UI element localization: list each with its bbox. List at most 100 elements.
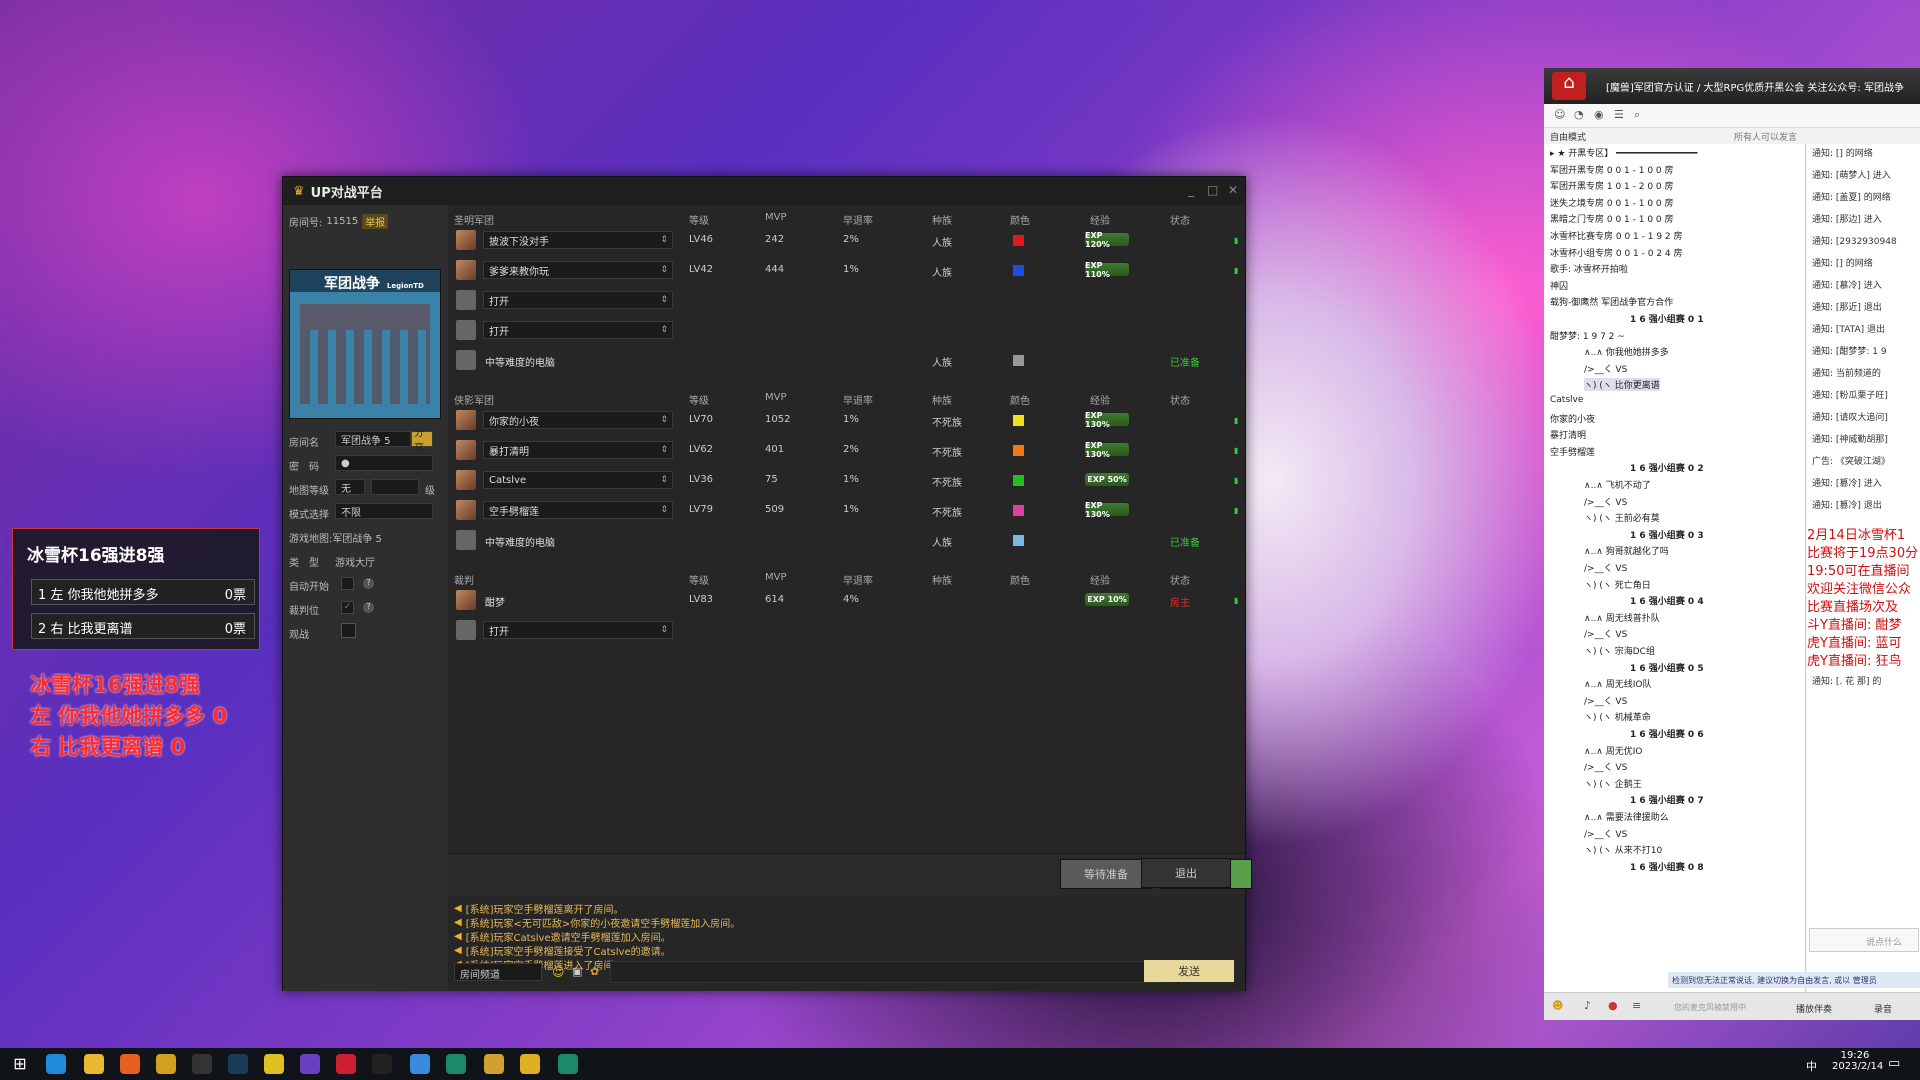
slot-select[interactable]: 打开 xyxy=(483,621,673,639)
folder-icon[interactable] xyxy=(84,1054,104,1074)
channel-tree-item[interactable]: />__く VS xyxy=(1584,495,1627,508)
emoji-icon[interactable]: ☺ xyxy=(552,965,565,979)
steam-icon[interactable] xyxy=(228,1054,248,1074)
channel-tree-item[interactable]: ∧..∧ 周无线IO队 xyxy=(1584,677,1652,690)
slot-select[interactable]: 打开 xyxy=(483,321,673,339)
channel-tree-item[interactable]: 1 6 强小组赛 0 2 xyxy=(1630,461,1704,474)
list-icon[interactable]: ☰ xyxy=(1614,108,1624,121)
channel-tree-item[interactable]: />__く VS xyxy=(1584,694,1627,707)
report-button[interactable]: 举报 xyxy=(362,213,389,229)
avatar[interactable]: ☻ xyxy=(1552,999,1563,1012)
channel-tree-item[interactable]: 空手劈榴莲 xyxy=(1550,445,1595,458)
ime-indicator[interactable]: 中 xyxy=(1806,1058,1817,1074)
channel-tree-item[interactable]: ヽ) (ヽ 宗海DC组 xyxy=(1584,644,1655,657)
slot-select[interactable]: Catslve xyxy=(483,471,673,489)
exit-button[interactable]: 退出 xyxy=(1141,858,1231,888)
channel-tree-item[interactable]: 载狗-御鹰然 军团战争官方合作 xyxy=(1550,295,1673,308)
share-button[interactable]: 分享 xyxy=(411,428,433,454)
map-level-input[interactable] xyxy=(371,479,419,495)
player-row[interactable]: 你家的小夜 LV70 1052 1% 不死族 EXP 130% ▮ xyxy=(448,407,1245,433)
maximize-button[interactable]: □ xyxy=(1207,183,1218,197)
channel-tree-item[interactable]: ∧..∧ 周无优IO xyxy=(1584,744,1643,757)
slot-select[interactable]: 暴打清明 xyxy=(483,441,673,459)
obs-icon[interactable] xyxy=(192,1054,212,1074)
channel-tree-item[interactable]: />__く VS xyxy=(1584,827,1627,840)
channel-tree-item[interactable]: 你家的小夜 xyxy=(1550,412,1595,425)
app-icon[interactable] xyxy=(372,1054,392,1074)
slot-select[interactable]: 打开 xyxy=(483,291,673,309)
image-icon[interactable]: ▣ xyxy=(572,965,582,978)
channel-tree-item[interactable]: 1 6 强小组赛 0 3 xyxy=(1630,528,1704,541)
channel-tree-item[interactable]: 黑暗之门专房 0 0 1 - 1 0 0 房 xyxy=(1550,212,1674,225)
player-row[interactable]: 打开 xyxy=(448,317,1245,343)
watch-checkbox[interactable] xyxy=(341,623,356,638)
room-name-input[interactable]: 军团战争 5 xyxy=(335,431,411,447)
mode-label[interactable]: 自由模式 xyxy=(1550,130,1586,143)
channel-tree-item[interactable]: Catslve xyxy=(1550,395,1583,405)
channel-tree-item[interactable]: />__く VS xyxy=(1584,627,1627,640)
channel-tree-item[interactable]: />__く VS xyxy=(1584,362,1627,375)
vote-option[interactable]: 1 左 你我他她拼多多 0票 xyxy=(31,579,255,605)
wait-ready-button[interactable]: 等待准备 xyxy=(1060,859,1152,889)
channel-tree-item[interactable]: 暴打清明 xyxy=(1550,428,1586,441)
app-icon[interactable] xyxy=(264,1054,284,1074)
channel-tree-item[interactable]: 1 6 强小组赛 0 5 xyxy=(1630,661,1704,674)
channel-tree-item[interactable]: ヽ) (ヽ 王前必有莫 xyxy=(1584,511,1660,524)
channel-tree-item[interactable]: 神囚 xyxy=(1550,279,1568,292)
channel-tree-item[interactable]: ∧..∧ 需要法律援助么 xyxy=(1584,810,1669,823)
record-button[interactable]: 录音 xyxy=(1874,1002,1892,1015)
mode-select[interactable]: 不限 xyxy=(335,503,433,519)
close-button[interactable]: ✕ xyxy=(1228,183,1238,197)
channel-tree-item[interactable]: 迷失之境专房 0 0 1 - 1 0 0 房 xyxy=(1550,196,1674,209)
channel-tree-item[interactable]: ヽ) (ヽ 死亡角日 xyxy=(1584,578,1651,591)
notification-icon[interactable]: ▭ xyxy=(1888,1056,1900,1071)
channel-tree-item[interactable]: />__く VS xyxy=(1584,561,1627,574)
player-row[interactable]: 打开 xyxy=(448,617,1245,643)
netease-icon[interactable] xyxy=(336,1054,356,1074)
app-icon[interactable] xyxy=(558,1054,578,1074)
channel-tree-item[interactable]: ∧..∧ 狗哥就越化了吗 xyxy=(1584,544,1669,557)
player-row[interactable]: 披波下没对手 LV46 242 2% 人族 EXP 120% ▮ xyxy=(448,227,1245,253)
gift-icon[interactable]: ✿ xyxy=(590,965,599,978)
clock[interactable]: 19:26 2023/2/14 xyxy=(1832,1050,1883,1072)
help-icon[interactable]: ? xyxy=(363,602,374,613)
help-icon[interactable]: ? xyxy=(363,578,374,589)
location-icon[interactable]: ◉ xyxy=(1594,108,1604,121)
channel-tree-item[interactable]: 军团开黑专房 0 0 1 - 1 0 0 房 xyxy=(1550,163,1674,176)
channel-tree-item[interactable]: 冰雪杯比赛专房 0 0 1 - 1 9 2 房 xyxy=(1550,229,1683,242)
speaker-icon[interactable]: ♪ xyxy=(1584,999,1591,1012)
channel-tree-item[interactable]: ∧..∧ 周无线普扑队 xyxy=(1584,611,1660,624)
mixer-icon[interactable]: ≡ xyxy=(1632,999,1641,1012)
judge-seat-checkbox[interactable]: ✓ xyxy=(341,601,354,614)
password-input[interactable]: ● xyxy=(335,455,433,471)
slot-select[interactable]: 你家的小夜 xyxy=(483,411,673,429)
send-button[interactable]: 发送 xyxy=(1144,960,1234,982)
channel-tree-item[interactable]: ヽ) (ヽ 从来不打10 xyxy=(1584,843,1662,856)
channel-tree-item[interactable]: 军团开黑专房 1 0 1 - 2 0 0 房 xyxy=(1550,179,1674,192)
chat-input[interactable] xyxy=(610,961,1162,983)
player-row[interactable]: 中等难度的电脑 人族 已准备 xyxy=(448,527,1245,553)
channel-tree-item[interactable]: ∧..∧ 飞机不动了 xyxy=(1584,478,1651,491)
app-icon[interactable] xyxy=(410,1054,430,1074)
chat-input[interactable]: 说点什么 xyxy=(1809,928,1919,952)
player-row[interactable]: 酣梦 LV83 614 4% EXP 10% 房主 ▮ xyxy=(448,587,1245,613)
vote-option[interactable]: 2 右 比我更离谱 0票 xyxy=(31,613,255,639)
app-icon[interactable] xyxy=(300,1054,320,1074)
start-icon[interactable]: ⊞ xyxy=(10,1054,30,1074)
minimize-button[interactable]: _ xyxy=(1188,183,1194,197)
player-row[interactable]: Catslve LV36 75 1% 不死族 EXP 50% ▮ xyxy=(448,467,1245,493)
up-platform-icon[interactable] xyxy=(484,1054,504,1074)
channel-tree-item[interactable]: ヽ) (ヽ 比你更离谱 xyxy=(1584,378,1660,392)
app-icon[interactable] xyxy=(520,1054,540,1074)
channel-tree-item[interactable]: 酣梦梦: 1 9 7 2 ~ xyxy=(1550,329,1625,342)
player-row[interactable]: 打开 xyxy=(448,287,1245,313)
edge-icon[interactable] xyxy=(46,1054,66,1074)
channel-tree-item[interactable]: />__く VS xyxy=(1584,760,1627,773)
player-row[interactable]: 暴打清明 LV62 401 2% 不死族 EXP 130% ▮ xyxy=(448,437,1245,463)
headset-icon[interactable]: ◔ xyxy=(1574,108,1584,121)
channel-tree-item[interactable]: 冰雪杯小组专房 0 0 1 - 0 2 4 房 xyxy=(1550,246,1683,259)
app-icon[interactable] xyxy=(446,1054,466,1074)
channel-tree-item[interactable]: 歌手: 冰雪杯开拍啦 xyxy=(1550,262,1628,275)
channel-tree-item[interactable]: 1 6 强小组赛 0 8 xyxy=(1630,860,1704,873)
channel-tree-item[interactable]: 1 6 强小组赛 0 4 xyxy=(1630,594,1704,607)
